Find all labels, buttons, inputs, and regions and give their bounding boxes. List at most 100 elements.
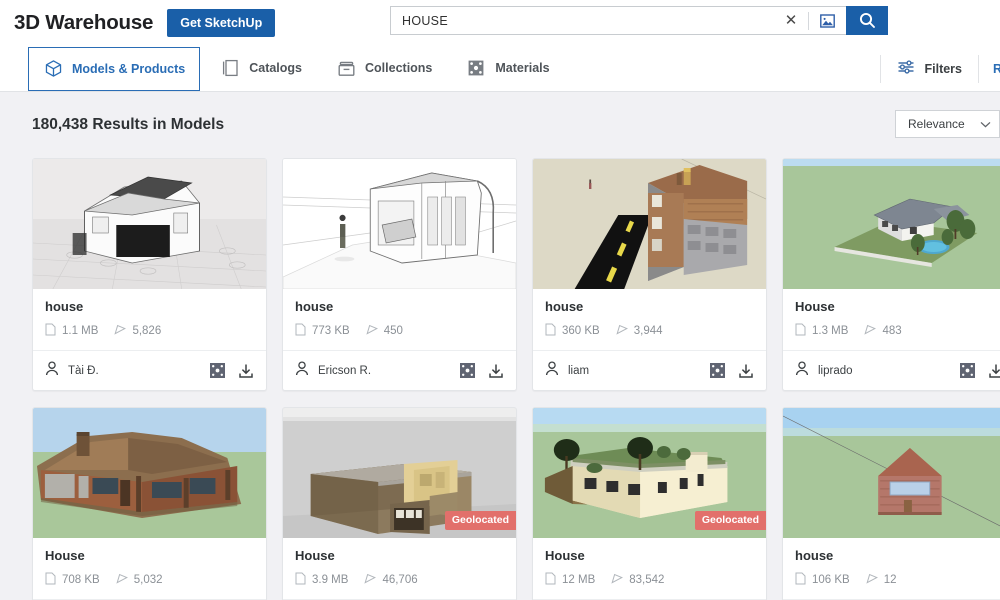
model-card[interactable]: House 708 KB 5,032 (32, 407, 267, 600)
view-in-ar-icon[interactable] (960, 363, 975, 378)
clear-search-icon[interactable]: ✕ (781, 13, 801, 28)
model-thumbnail[interactable] (33, 408, 266, 538)
card-body: house 1.1 MB 5,826 (33, 289, 266, 350)
model-card[interactable]: house 1.1 MB 5,826 Tài Đ. (32, 158, 267, 391)
search-input[interactable] (402, 13, 781, 28)
sort-dropdown[interactable]: Relevance (895, 110, 1000, 138)
cube-icon (43, 59, 63, 78)
author-name[interactable]: Ericson R. (318, 365, 451, 377)
model-title: house (295, 299, 334, 314)
filters-button[interactable]: Filters (880, 54, 978, 83)
polygon-count: 83,542 (611, 573, 664, 588)
nav-right-actions: Filters Re (880, 45, 1000, 92)
polygon-count-value: 3,944 (633, 325, 663, 337)
download-icon[interactable] (988, 363, 1000, 379)
card-actions (460, 363, 504, 379)
results-header: 180,438 Results in Models Relevance (0, 92, 1000, 158)
chevron-down-icon (980, 117, 991, 131)
model-title: house (545, 299, 584, 314)
file-icon (295, 572, 306, 588)
file-size: 773 KB (295, 323, 350, 339)
search-button[interactable] (846, 6, 888, 35)
polygon-count-value: 83,542 (629, 574, 665, 586)
image-search-icon[interactable] (816, 12, 838, 30)
tab-materials[interactable]: Materials (452, 45, 563, 92)
tab-label: Catalogs (249, 61, 303, 75)
model-thumbnail[interactable] (783, 159, 1000, 289)
model-thumbnail[interactable] (33, 159, 266, 289)
polygon-count: 12 (866, 573, 897, 588)
polygon-count: 450 (366, 324, 403, 339)
download-icon[interactable] (488, 363, 504, 379)
model-title: House (795, 299, 835, 314)
file-size: 708 KB (45, 572, 100, 588)
model-card[interactable]: Geolocated House 3.9 MB 46,706 (282, 407, 517, 600)
polygon-count-value: 450 (383, 325, 403, 337)
get-sketchup-button[interactable]: Get SketchUp (167, 8, 276, 37)
file-size: 360 KB (545, 323, 600, 339)
model-thumbnail[interactable] (283, 159, 516, 289)
card-body: House 3.9 MB 46,706 (283, 538, 516, 599)
book-icon (220, 59, 240, 77)
model-card[interactable]: Geolocated House 12 MB 83,542 (532, 407, 767, 600)
polygon-count-value: 5,826 (132, 325, 162, 337)
polygon-icon (866, 573, 878, 588)
file-icon (45, 323, 56, 339)
search-box: ✕ (390, 6, 846, 35)
tab-models-and-products[interactable]: Models & Products (28, 46, 201, 91)
magnifier-icon (859, 12, 875, 28)
file-size: 3.9 MB (295, 572, 348, 588)
search-bar: ✕ (390, 6, 888, 35)
card-footer: Tài Đ. (33, 350, 266, 390)
view-in-ar-icon[interactable] (210, 363, 225, 378)
material-swatch-icon (466, 59, 486, 77)
model-title: house (45, 299, 84, 314)
polygon-icon (864, 324, 877, 339)
polygon-count: 5,032 (116, 573, 163, 588)
model-meta: 708 KB 5,032 (45, 572, 254, 599)
person-icon (545, 360, 559, 381)
file-size: 1.1 MB (45, 323, 98, 339)
author-name[interactable]: liam (568, 365, 701, 377)
author-name[interactable]: Tài Đ. (68, 365, 201, 377)
download-icon[interactable] (738, 363, 754, 379)
sliders-icon (897, 59, 915, 78)
polygon-count: 5,826 (114, 324, 161, 339)
polygon-count-value: 483 (882, 325, 902, 337)
download-icon[interactable] (238, 363, 254, 379)
card-actions (710, 363, 754, 379)
view-in-ar-icon[interactable] (460, 363, 475, 378)
geolocated-badge: Geolocated (444, 511, 516, 530)
reset-filters-button[interactable]: Re (978, 54, 1000, 83)
model-thumbnail[interactable] (533, 159, 766, 289)
model-card[interactable]: house 773 KB 450 Ericson R. (282, 158, 517, 391)
model-meta: 3.9 MB 46,706 (295, 572, 504, 599)
tab-collections[interactable]: Collections (322, 45, 446, 92)
model-meta: 1.3 MB 483 (795, 323, 1000, 350)
model-meta: 360 KB 3,944 (545, 323, 754, 350)
file-size: 106 KB (795, 572, 850, 588)
geolocated-badge: Geolocated (694, 511, 766, 530)
view-in-ar-icon[interactable] (710, 363, 725, 378)
author-name[interactable]: liprado (818, 365, 951, 377)
polygon-count: 483 (864, 324, 902, 339)
model-meta: 12 MB 83,542 (545, 572, 754, 599)
model-card[interactable]: house 106 KB 12 (782, 407, 1000, 600)
filters-label: Filters (924, 61, 962, 76)
card-footer: liam (533, 350, 766, 390)
model-thumbnail[interactable]: Geolocated (283, 408, 516, 538)
model-thumbnail[interactable]: Geolocated (533, 408, 766, 538)
nav-tabs: Models & Products Catalogs Collections M… (28, 45, 570, 92)
model-thumbnail[interactable] (783, 408, 1000, 538)
model-card[interactable]: house 360 KB 3,944 liam (532, 158, 767, 391)
polygon-count: 46,706 (364, 573, 418, 588)
card-footer: Ericson R. (283, 350, 516, 390)
results-count: 180,438 Results in Models (32, 116, 225, 133)
file-size-value: 708 KB (62, 574, 100, 586)
tab-catalogs[interactable]: Catalogs (206, 45, 316, 92)
model-card[interactable]: House 1.3 MB 483 liprado (782, 158, 1000, 391)
card-body: house 773 KB 450 (283, 289, 516, 350)
search-divider (808, 11, 809, 30)
polygon-icon (114, 324, 127, 339)
model-title: House (545, 548, 585, 563)
